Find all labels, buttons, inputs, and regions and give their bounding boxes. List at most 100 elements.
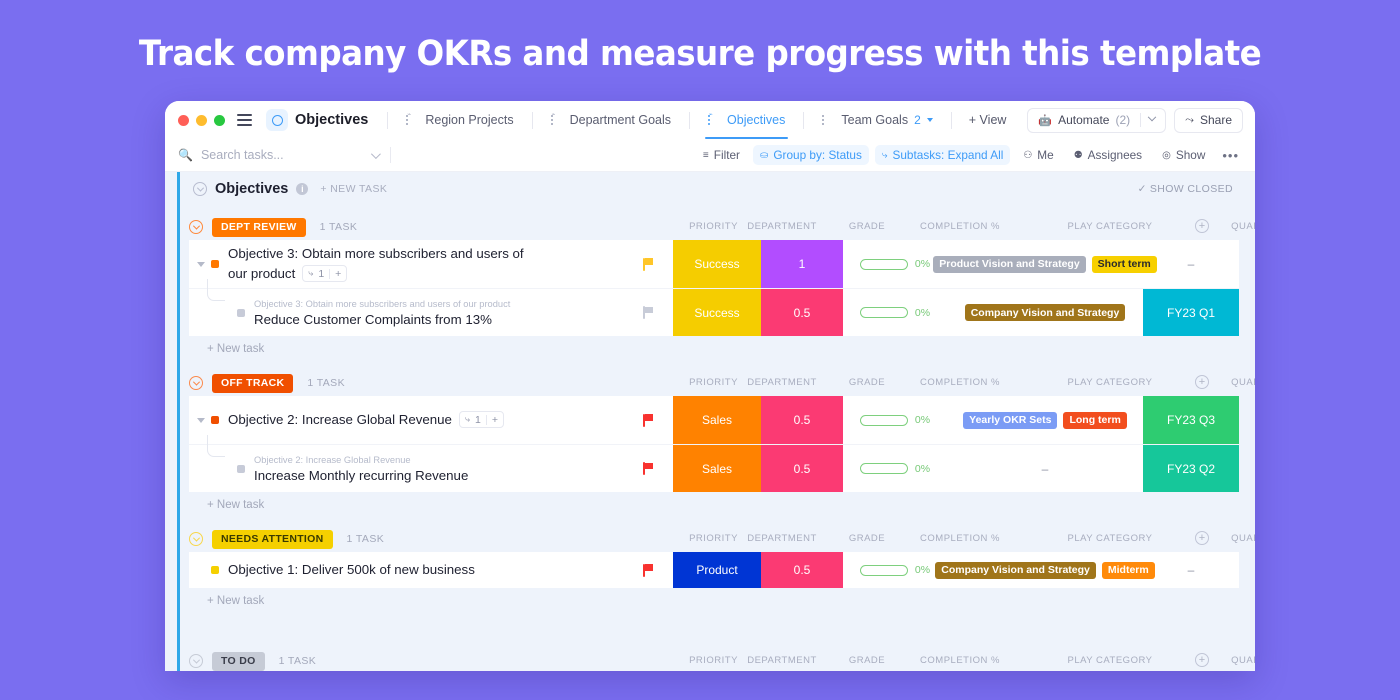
play-category-cell[interactable]: Product Vision and Strategy Short term bbox=[933, 240, 1157, 288]
chevron-down-icon[interactable] bbox=[370, 148, 381, 159]
play-category-tag[interactable]: Long term bbox=[1063, 411, 1127, 429]
show-button[interactable]: ◎ Show bbox=[1155, 145, 1212, 165]
subtask-count-badge[interactable]: ⤷ 1 + bbox=[302, 265, 348, 283]
add-column-button[interactable]: + bbox=[1195, 653, 1209, 667]
department-cell[interactable]: Sales bbox=[673, 445, 761, 492]
department-cell[interactable]: Product bbox=[673, 552, 761, 588]
column-header-priority: PRIORITY bbox=[689, 221, 738, 232]
new-task-button[interactable]: + NEW TASK bbox=[320, 183, 387, 195]
subtask-count-badge[interactable]: ⤷ 1 + bbox=[458, 411, 504, 429]
play-category-cell[interactable]: Company Vision and Strategy bbox=[947, 289, 1143, 336]
priority-cell[interactable] bbox=[624, 289, 673, 336]
play-category-tag[interactable]: Company Vision and Strategy bbox=[935, 561, 1096, 579]
task-name-cell[interactable]: Objective 2: Increase Global Revenue Incr… bbox=[189, 435, 624, 492]
expand-task-icon[interactable] bbox=[197, 261, 205, 267]
department-cell[interactable]: Sales bbox=[673, 396, 761, 444]
collapse-group-icon[interactable] bbox=[189, 654, 203, 668]
chevron-down-icon[interactable] bbox=[926, 118, 933, 122]
status-badge[interactable]: DEPT REVIEW bbox=[212, 217, 306, 237]
add-task-button[interactable]: + New task bbox=[169, 588, 1255, 614]
quarter-cell[interactable]: FY23 Q1 bbox=[1143, 289, 1239, 336]
search-input[interactable]: Search tasks... bbox=[201, 148, 363, 162]
menu-icon[interactable] bbox=[237, 114, 252, 126]
filter-button[interactable]: ≡ Filter bbox=[696, 145, 747, 165]
search-box[interactable]: 🔍 Search tasks... bbox=[178, 148, 381, 162]
task-name-cell[interactable]: Objective 2: Increase Global Revenue ⤷ 1 + bbox=[189, 396, 624, 444]
table-row: Objective 2: Increase Global Revenue ⤷ 1 + S… bbox=[189, 396, 1239, 445]
quarter-cell[interactable]: – bbox=[1143, 240, 1239, 288]
tab-region-projects[interactable]: ⌁ Region Projects bbox=[397, 101, 522, 139]
show-closed-button[interactable]: ✓ SHOW CLOSED bbox=[1138, 183, 1233, 195]
play-category-cell[interactable]: Company Vision and Strategy Midterm bbox=[935, 552, 1155, 588]
priority-cell[interactable] bbox=[624, 396, 673, 444]
status-badge[interactable]: TO DO bbox=[212, 651, 265, 671]
play-category-tag[interactable]: Product Vision and Strategy bbox=[933, 255, 1086, 273]
priority-cell[interactable] bbox=[624, 552, 673, 588]
tab-team-goals[interactable]: Team Goals 2 bbox=[813, 101, 941, 139]
play-category-tag[interactable]: Yearly OKR Sets bbox=[963, 411, 1058, 429]
column-header-completion: COMPLETION % bbox=[920, 655, 1000, 666]
tab-objectives[interactable]: ⌁ Objectives bbox=[699, 101, 794, 139]
traffic-lights bbox=[178, 114, 225, 126]
chevron-down-icon[interactable] bbox=[1147, 112, 1157, 122]
department-cell[interactable]: Success bbox=[673, 289, 761, 336]
grade-cell[interactable]: 0.5 bbox=[761, 445, 843, 492]
eye-icon: ◎ bbox=[1162, 149, 1171, 161]
collapse-group-icon[interactable] bbox=[189, 376, 203, 390]
subtask-connector bbox=[207, 279, 225, 301]
add-column-button[interactable]: + bbox=[1195, 375, 1209, 389]
grade-cell[interactable]: 1 bbox=[761, 240, 843, 288]
more-options-button[interactable]: ••• bbox=[1218, 148, 1243, 163]
task-name-cell[interactable]: Objective 1: Deliver 500k of new busines… bbox=[189, 552, 624, 588]
info-icon[interactable]: i bbox=[296, 183, 309, 195]
collapse-group-icon[interactable] bbox=[189, 532, 203, 546]
status-group-header: OFF TRACK 1 TASK PRIORITY DEPARTMENT GRADE CO… bbox=[169, 370, 1255, 396]
subtasks-button[interactable]: ⤷ Subtasks: Expand All bbox=[874, 145, 1011, 165]
add-column-button[interactable]: + bbox=[1195, 219, 1209, 233]
add-subtask-icon: + bbox=[335, 267, 342, 280]
share-button[interactable]: ⤳ Share bbox=[1174, 107, 1243, 133]
task-status-dot bbox=[211, 260, 219, 268]
priority-flag-icon bbox=[643, 462, 654, 475]
play-category-tag[interactable]: Company Vision and Strategy bbox=[964, 304, 1126, 321]
completion-cell[interactable]: 0% bbox=[843, 289, 947, 336]
collapse-group-icon[interactable] bbox=[189, 220, 203, 234]
completion-cell[interactable]: 0% bbox=[843, 240, 947, 288]
department-cell[interactable]: Success bbox=[673, 240, 761, 288]
play-category-cell[interactable]: Yearly OKR Sets Long term bbox=[947, 396, 1143, 444]
column-header-department: DEPARTMENT bbox=[747, 533, 817, 544]
collapse-list-icon[interactable] bbox=[193, 182, 207, 196]
priority-cell[interactable] bbox=[624, 240, 673, 288]
quarter-cell[interactable]: – bbox=[1143, 552, 1239, 588]
expand-task-icon[interactable] bbox=[197, 417, 205, 423]
status-badge[interactable]: OFF TRACK bbox=[212, 373, 294, 393]
me-filter-button[interactable]: ⚇ Me bbox=[1016, 145, 1060, 165]
subtasks-icon: ⤷ bbox=[881, 149, 888, 161]
column-header-completion: COMPLETION % bbox=[920, 533, 1000, 544]
group-by-button[interactable]: ⛀ Group by: Status bbox=[752, 145, 869, 165]
priority-cell[interactable] bbox=[624, 445, 673, 492]
quarter-cell[interactable]: FY23 Q3 bbox=[1143, 396, 1239, 444]
minimize-window-icon[interactable] bbox=[196, 114, 207, 126]
completion-cell[interactable]: 0% bbox=[843, 552, 947, 588]
tab-department-goals[interactable]: ⌁ Department Goals bbox=[542, 101, 680, 139]
assignees-button[interactable]: ⚉ Assignees bbox=[1067, 145, 1149, 165]
add-task-button[interactable]: + New task bbox=[169, 492, 1255, 518]
add-view-button[interactable]: + View bbox=[961, 113, 1015, 127]
quarter-cell[interactable]: FY23 Q2 bbox=[1143, 445, 1239, 492]
maximize-window-icon[interactable] bbox=[214, 114, 225, 126]
play-category-cell[interactable]: – bbox=[947, 445, 1143, 492]
add-task-button[interactable]: + New task bbox=[169, 336, 1255, 362]
automate-button[interactable]: 🤖 Automate (2) bbox=[1027, 107, 1167, 133]
task-name-cell[interactable]: Objective 3: Obtain more subscribers and… bbox=[189, 240, 624, 288]
grade-cell[interactable]: 0.5 bbox=[761, 552, 843, 588]
close-window-icon[interactable] bbox=[178, 114, 189, 126]
add-column-button[interactable]: + bbox=[1195, 531, 1209, 545]
task-name-cell[interactable]: Objective 3: Obtain more subscribers and… bbox=[189, 279, 624, 336]
grade-cell[interactable]: 0.5 bbox=[761, 396, 843, 444]
tab-label: Department Goals bbox=[569, 113, 672, 127]
completion-cell[interactable]: 0% bbox=[843, 445, 947, 492]
grade-cell[interactable]: 0.5 bbox=[761, 289, 843, 336]
status-badge[interactable]: NEEDS ATTENTION bbox=[212, 529, 333, 549]
completion-cell[interactable]: 0% bbox=[843, 396, 947, 444]
